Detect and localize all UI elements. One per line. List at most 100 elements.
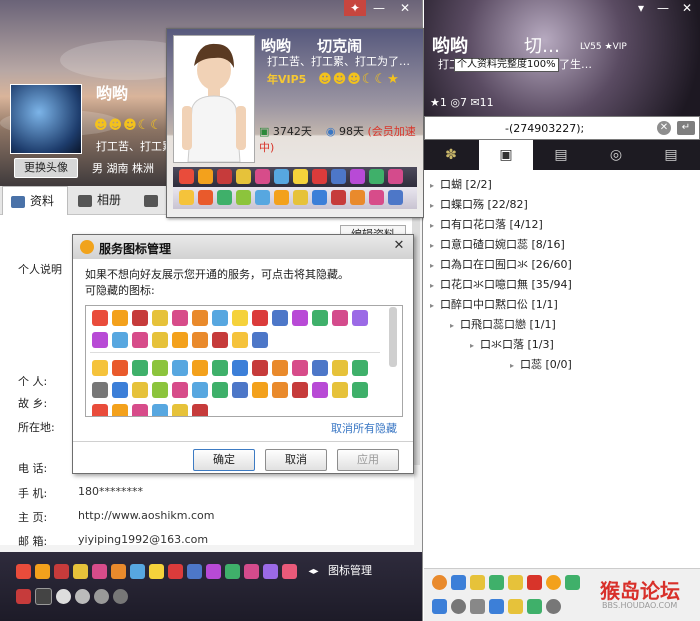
pet-icon[interactable] — [470, 575, 485, 590]
apply-button[interactable]: 应用 — [337, 449, 399, 471]
service-icon[interactable] — [312, 382, 328, 398]
browser-icon[interactable] — [546, 575, 561, 590]
service-icon[interactable] — [236, 169, 251, 184]
close-icon[interactable]: ✕ — [676, 0, 698, 16]
service-icon[interactable] — [92, 382, 108, 398]
service-icon[interactable] — [272, 310, 288, 326]
tab-profile[interactable]: 资料 — [2, 186, 68, 215]
dialog-titlebar[interactable]: 服务图标管理 ✕ — [73, 235, 413, 259]
service-icon[interactable] — [272, 360, 288, 376]
service-icon[interactable] — [212, 332, 228, 348]
service-icon[interactable] — [212, 382, 228, 398]
service-icon[interactable] — [274, 190, 289, 205]
close-icon[interactable]: ✕ — [391, 238, 407, 254]
contact-group[interactable]: ▸ 口蝶口殇 [22/82] — [430, 196, 528, 212]
service-icon[interactable] — [172, 404, 188, 416]
service-icon[interactable] — [292, 360, 308, 376]
contact-group[interactable]: ▸ 口蕊 [0/0] — [510, 356, 572, 372]
service-icon[interactable] — [331, 169, 346, 184]
service-icon[interactable] — [92, 332, 108, 348]
change-avatar-button[interactable]: 更换头像 — [14, 158, 78, 178]
service-icon[interactable] — [292, 382, 308, 398]
search-icon[interactable] — [546, 599, 561, 614]
service-icon[interactable] — [212, 360, 228, 376]
confirm-button[interactable]: 确定 — [193, 449, 255, 471]
service-icon[interactable] — [206, 563, 221, 579]
service-icon[interactable] — [388, 190, 403, 205]
service-icon[interactable] — [16, 563, 31, 579]
service-icon[interactable] — [232, 382, 248, 398]
service-icon[interactable] — [272, 382, 288, 398]
bell-icon[interactable] — [56, 589, 71, 604]
service-icon[interactable] — [282, 563, 297, 579]
status-counts[interactable]: ★1 ◎7 ✉11 — [430, 96, 494, 109]
service-icon[interactable] — [293, 169, 308, 184]
service-icon[interactable] — [152, 360, 168, 376]
service-icon[interactable] — [192, 382, 208, 398]
pin-icon[interactable]: ✦ — [344, 0, 366, 16]
penguin-icon[interactable] — [451, 575, 466, 590]
service-icon[interactable] — [132, 382, 148, 398]
contact-group[interactable]: ▸ 口有口花口落 [4/12] — [430, 216, 543, 232]
menu-icon[interactable]: ▾ — [630, 0, 652, 16]
scroll-arrows[interactable]: ◂▸ — [309, 566, 319, 577]
service-icon[interactable] — [75, 589, 90, 604]
service-icon[interactable] — [388, 169, 403, 184]
service-icon[interactable] — [152, 404, 168, 416]
service-icon[interactable] — [312, 360, 328, 376]
tab-groups[interactable]: ▤ — [534, 140, 588, 170]
service-icon[interactable] — [236, 190, 251, 205]
service-icon[interactable] — [149, 563, 164, 579]
shield-icon[interactable] — [489, 599, 504, 614]
service-icon[interactable] — [232, 310, 248, 326]
service-icon[interactable] — [172, 360, 188, 376]
service-icon[interactable] — [217, 190, 232, 205]
service-icon[interactable] — [312, 169, 327, 184]
list-scrollbar[interactable] — [385, 305, 401, 415]
service-icon[interactable] — [94, 589, 109, 604]
mail-icon[interactable] — [508, 575, 523, 590]
shield-icon[interactable] — [489, 575, 504, 590]
service-icon[interactable] — [92, 310, 108, 326]
enter-icon[interactable]: ↵ — [677, 121, 695, 135]
service-icon[interactable] — [112, 404, 128, 416]
minimize-icon[interactable]: — — [652, 0, 674, 16]
service-icon[interactable] — [113, 589, 128, 604]
service-icon[interactable] — [332, 382, 348, 398]
contact-group[interactable]: ▸ 口為口在口囿口氺 [26/60] — [430, 256, 572, 272]
service-icon[interactable] — [252, 382, 268, 398]
qq-penguin-icon[interactable] — [432, 599, 447, 614]
service-icon[interactable] — [232, 332, 248, 348]
service-icon[interactable] — [192, 360, 208, 376]
contact-group[interactable]: ▸ 口醉口中口黙口伀 [1/1] — [430, 296, 558, 312]
service-icon[interactable] — [92, 360, 108, 376]
mail-icon[interactable] — [508, 599, 523, 614]
tab-album[interactable]: 相册 — [70, 186, 134, 214]
tab-qzone[interactable]: ◎ — [589, 140, 643, 170]
service-icon[interactable] — [293, 190, 308, 205]
service-icon[interactable] — [352, 360, 368, 376]
service-icon[interactable] — [263, 563, 278, 579]
contact-group[interactable]: ▸ 口飛口蕊口戀 [1/1] — [450, 316, 556, 332]
service-icon[interactable] — [132, 404, 148, 416]
service-icon[interactable] — [252, 310, 268, 326]
service-icon[interactable] — [198, 190, 213, 205]
tab-recent[interactable]: ▤ — [644, 140, 698, 170]
service-icon[interactable] — [179, 169, 194, 184]
service-icon[interactable] — [35, 588, 52, 605]
service-icon[interactable] — [73, 563, 88, 579]
contact-group[interactable]: ▸ 口蝴 [2/2] — [430, 176, 492, 192]
service-icon[interactable] — [225, 563, 240, 579]
service-icon[interactable] — [112, 332, 128, 348]
service-icon[interactable] — [192, 310, 208, 326]
service-icon[interactable] — [152, 382, 168, 398]
service-icon[interactable] — [112, 310, 128, 326]
service-icon[interactable] — [332, 360, 348, 376]
service-icon[interactable] — [232, 360, 248, 376]
service-icon[interactable] — [35, 563, 50, 579]
service-icon[interactable] — [152, 310, 168, 326]
service-icon[interactable] — [217, 169, 232, 184]
minimize-icon[interactable]: — — [368, 0, 390, 16]
service-icon[interactable] — [252, 332, 268, 348]
service-icon[interactable] — [92, 563, 107, 579]
